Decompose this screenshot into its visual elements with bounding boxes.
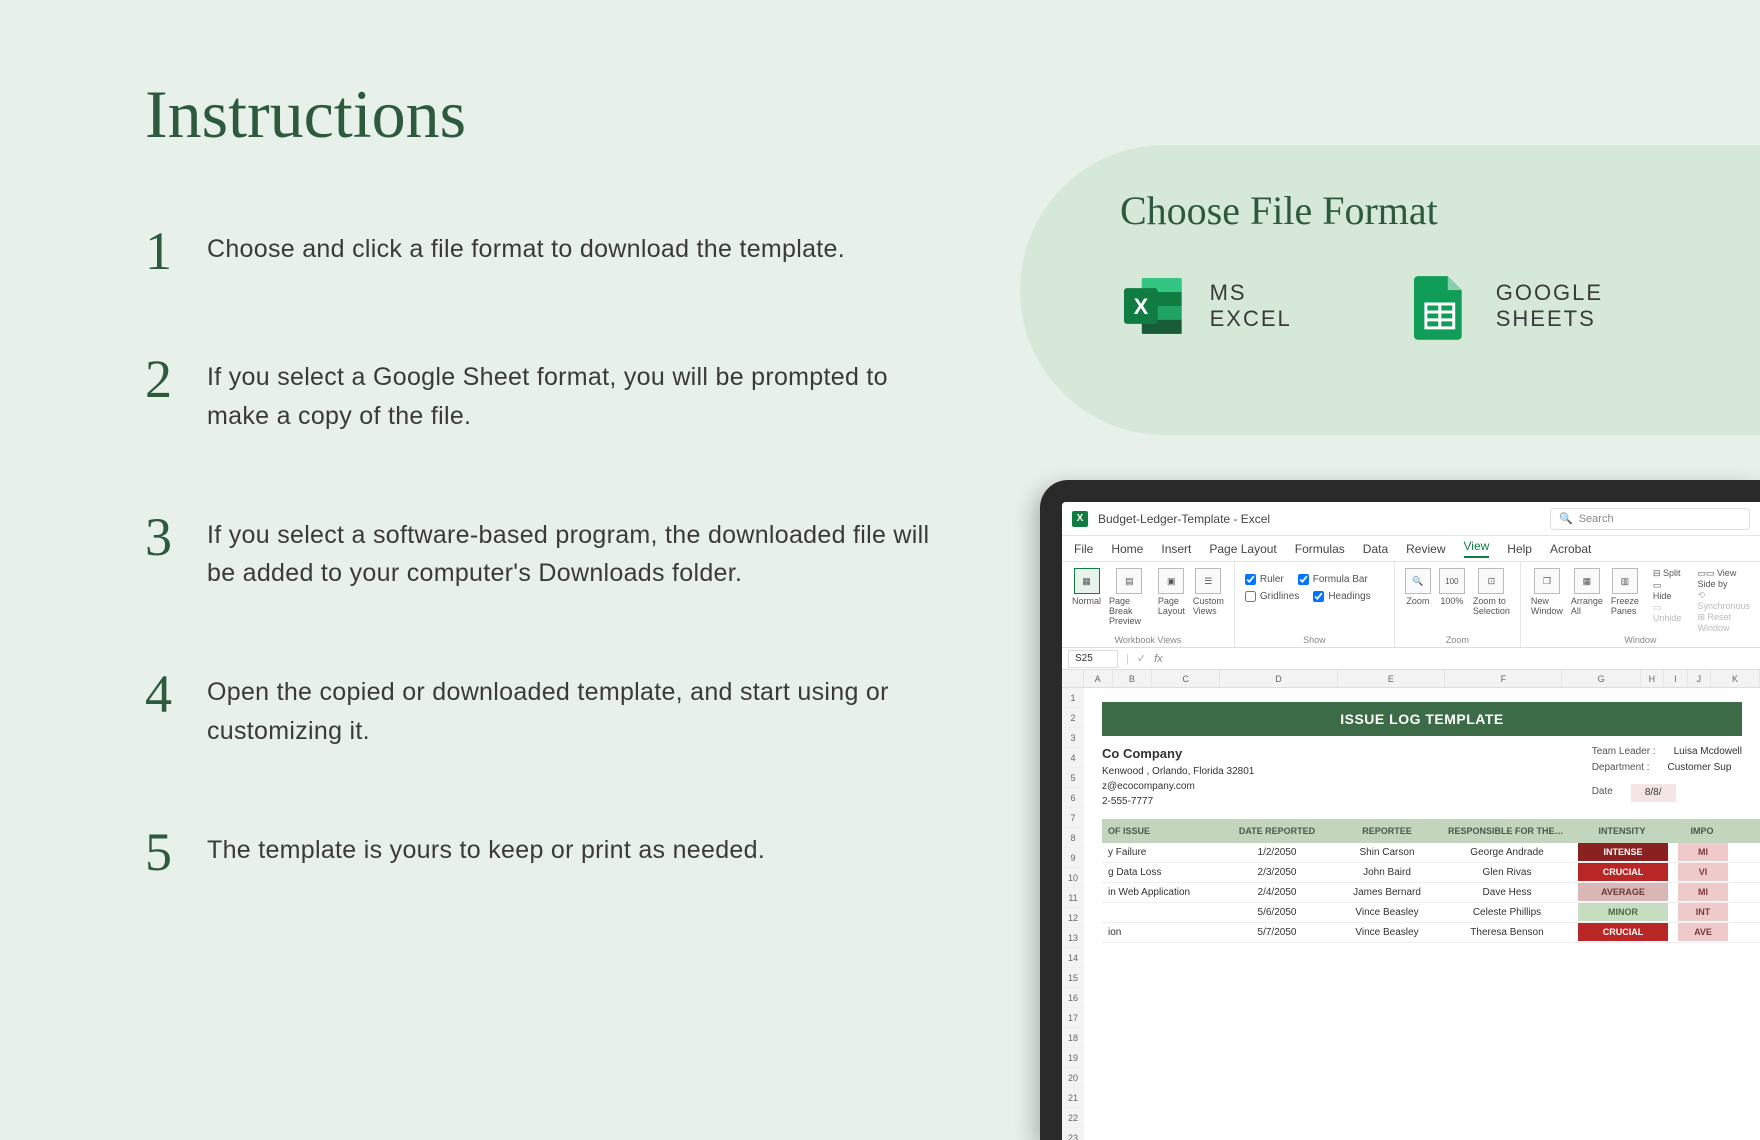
google-sheets-option[interactable]: GOOGLE SHEETS: [1406, 272, 1710, 340]
step-text: If you select a Google Sheet format, you…: [207, 358, 935, 436]
step-3: 3 If you select a software-based program…: [145, 516, 935, 594]
document-title: Budget-Ledger-Template - Excel: [1098, 512, 1270, 526]
reset-window-button[interactable]: ⊞ Reset Window: [1697, 612, 1750, 633]
tab-insert[interactable]: Insert: [1161, 542, 1191, 556]
step-number: 4: [145, 667, 207, 721]
unhide-button[interactable]: ▭ Unhide: [1653, 602, 1682, 623]
new-window-button[interactable]: ❐New Window: [1531, 568, 1563, 616]
group-label: Workbook Views: [1072, 635, 1224, 645]
data-table: OF ISSUE DATE REPORTED REPORTEE RESPONSI…: [1102, 819, 1760, 943]
freeze-panes-button[interactable]: ▥Freeze Panes: [1611, 568, 1639, 616]
instructions-list: 1 Choose and click a file format to down…: [145, 230, 935, 879]
hide-button[interactable]: ▭ Hide: [1653, 580, 1682, 601]
view-side-by-side-button[interactable]: ▭▭ View Side by: [1697, 568, 1750, 589]
step-number: 5: [145, 825, 207, 879]
custom-views-button[interactable]: ☰Custom Views: [1193, 568, 1224, 616]
excel-icon: X: [1120, 272, 1188, 340]
step-4: 4 Open the copied or downloaded template…: [145, 673, 935, 751]
company-name: Co Company: [1102, 744, 1254, 764]
step-number: 3: [145, 510, 207, 564]
format-options: X MS EXCEL GOOGLE SHEETS: [1120, 272, 1710, 340]
tab-file[interactable]: File: [1074, 542, 1093, 556]
format-title: Choose File Format: [1120, 187, 1710, 234]
headings-checkbox[interactable]: Headings: [1313, 591, 1370, 602]
company-address: Kenwood , Orlando, Florida 32801: [1102, 764, 1254, 779]
fx-label: fx: [1154, 653, 1163, 665]
group-workbook-views: ▦Normal ▤Page Break Preview ▣Page Layout…: [1062, 562, 1235, 647]
template-banner: ISSUE LOG TEMPLATE: [1102, 702, 1742, 736]
tab-acrobat[interactable]: Acrobat: [1550, 542, 1591, 556]
ruler-checkbox[interactable]: Ruler: [1245, 574, 1284, 585]
zoom-button[interactable]: 🔍Zoom: [1405, 568, 1431, 606]
svg-text:X: X: [1134, 294, 1149, 319]
tab-help[interactable]: Help: [1507, 542, 1532, 556]
column-headers: A B C D E F G H I J K: [1062, 670, 1760, 688]
tab-data[interactable]: Data: [1363, 542, 1388, 556]
step-text: The template is yours to keep or print a…: [207, 831, 765, 870]
group-label: Zoom: [1405, 635, 1510, 645]
group-show: Ruler Formula Bar Gridlines Headings Sho…: [1235, 562, 1395, 647]
laptop-body: X Budget-Ledger-Template - Excel 🔍 Searc…: [1040, 480, 1760, 1140]
group-label: Window: [1531, 635, 1750, 645]
gridlines-checkbox[interactable]: Gridlines: [1245, 591, 1299, 602]
step-text: Choose and click a file format to downlo…: [207, 230, 845, 269]
step-number: 1: [145, 224, 207, 278]
tab-home[interactable]: Home: [1111, 542, 1143, 556]
arrange-all-button[interactable]: ▦Arrange All: [1571, 568, 1603, 616]
synchronous-scroll-button[interactable]: ⟲ Synchronous: [1697, 590, 1750, 611]
step-5: 5 The template is yours to keep or print…: [145, 831, 935, 879]
split-button[interactable]: ⊟ Split: [1653, 568, 1682, 579]
step-2: 2 If you select a Google Sheet format, y…: [145, 358, 935, 436]
ribbon-tabs: File Home Insert Page Layout Formulas Da…: [1062, 536, 1760, 562]
page-break-preview-button[interactable]: ▤Page Break Preview: [1109, 568, 1150, 626]
search-placeholder: Search: [1579, 513, 1614, 525]
format-label: GOOGLE SHEETS: [1496, 280, 1710, 332]
company-phone: 2-555-7777: [1102, 794, 1254, 809]
zoom-100-button[interactable]: 100100%: [1439, 568, 1465, 606]
step-text: If you select a software-based program, …: [207, 516, 935, 594]
tab-formulas[interactable]: Formulas: [1295, 542, 1345, 556]
ms-excel-option[interactable]: X MS EXCEL: [1120, 272, 1336, 340]
excel-screen: X Budget-Ledger-Template - Excel 🔍 Searc…: [1062, 502, 1760, 1140]
row-headers: 1234567891011121314151617181920212223242…: [1062, 688, 1084, 1140]
tab-review[interactable]: Review: [1406, 542, 1445, 556]
step-1: 1 Choose and click a file format to down…: [145, 230, 935, 278]
search-icon: 🔍: [1559, 512, 1573, 525]
group-zoom: 🔍Zoom 100100% ⊡Zoom to Selection Zoom: [1395, 562, 1521, 647]
group-window: ❐New Window ▦Arrange All ▥Freeze Panes ⊟…: [1521, 562, 1760, 647]
table-row[interactable]: ion5/7/2050Vince BeasleyTheresa BensonCR…: [1102, 923, 1760, 943]
google-sheets-icon: [1406, 272, 1474, 340]
file-format-panel: Choose File Format X MS EXCEL: [1020, 145, 1760, 435]
step-text: Open the copied or downloaded template, …: [207, 673, 935, 751]
tab-page-layout[interactable]: Page Layout: [1209, 542, 1276, 556]
page-title: Instructions: [145, 75, 466, 154]
ribbon: ▦Normal ▤Page Break Preview ▣Page Layout…: [1062, 562, 1760, 648]
formula-bar: S25 | ✓ fx: [1062, 648, 1760, 670]
normal-view-button[interactable]: ▦Normal: [1072, 568, 1101, 606]
titlebar: X Budget-Ledger-Template - Excel 🔍 Searc…: [1062, 502, 1760, 536]
table-row[interactable]: 5/6/2050Vince BeasleyCeleste PhillipsMIN…: [1102, 903, 1760, 923]
tab-view[interactable]: View: [1464, 539, 1490, 558]
table-row[interactable]: y Failure1/2/2050Shin CarsonGeorge Andra…: [1102, 843, 1760, 863]
company-block: Co Company Kenwood , Orlando, Florida 32…: [1102, 744, 1742, 809]
table-row[interactable]: in Web Application2/4/2050James BernardD…: [1102, 883, 1760, 903]
formula-bar-checkbox[interactable]: Formula Bar: [1298, 574, 1368, 585]
name-box[interactable]: S25: [1068, 650, 1118, 668]
laptop-mockup: X Budget-Ledger-Template - Excel 🔍 Searc…: [1000, 480, 1760, 1140]
page-layout-button[interactable]: ▣Page Layout: [1158, 568, 1185, 616]
group-label: Show: [1245, 635, 1384, 645]
search-box[interactable]: 🔍 Search: [1550, 508, 1750, 530]
table-row[interactable]: g Data Loss2/3/2050John BairdGlen RivasC…: [1102, 863, 1760, 883]
format-label: MS EXCEL: [1210, 280, 1337, 332]
table-headers: OF ISSUE DATE REPORTED REPORTEE RESPONSI…: [1102, 819, 1760, 843]
zoom-selection-button[interactable]: ⊡Zoom to Selection: [1473, 568, 1510, 616]
excel-app-icon: X: [1072, 511, 1088, 527]
spreadsheet-area[interactable]: A B C D E F G H I J K 123456789101112131…: [1062, 670, 1760, 1140]
company-email: z@ecocompany.com: [1102, 779, 1254, 794]
sheet-content: ISSUE LOG TEMPLATE Co Company Kenwood , …: [1084, 688, 1760, 1140]
step-number: 2: [145, 352, 207, 406]
